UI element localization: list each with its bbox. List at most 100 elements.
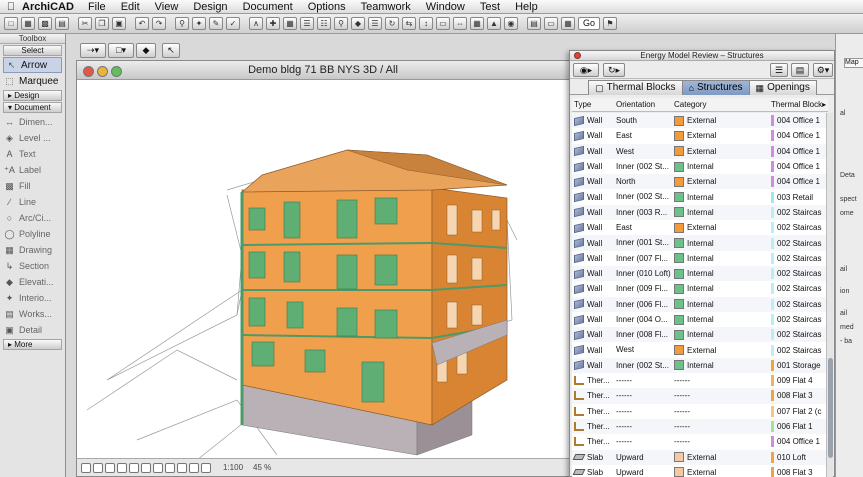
worksheet-tool[interactable]: ▤ Works... [0, 306, 65, 322]
table-row[interactable]: Wall Inner (006 Fl... Internal 002 Staircas [572, 296, 828, 312]
snap-icon[interactable]: ∧ [249, 17, 263, 30]
level-tool[interactable]: ◈ Level ... [0, 130, 65, 146]
menu-edit[interactable]: Edit [121, 1, 140, 13]
zoom-fit-icon[interactable] [81, 462, 91, 473]
cell-thermal-block[interactable]: 002 Staircas [770, 266, 828, 281]
table-row[interactable]: Wall West External 002 Staircas [572, 342, 828, 357]
table-row[interactable]: Wall Inner (002 St... Internal 003 Retail [572, 189, 828, 204]
previous-zoom-icon[interactable] [177, 462, 187, 473]
cell-category[interactable]: Internal [672, 235, 770, 250]
table-row[interactable]: Ther... ------ ------ 006 Flat 1 [572, 418, 828, 435]
text-tool[interactable]: A Text [0, 146, 65, 162]
3d-selection-icon[interactable]: ◆ [136, 43, 156, 58]
tab-thermal-blocks[interactable]: ▢ Thermal Blocks [588, 80, 683, 95]
align-icon[interactable]: ☰ [300, 17, 314, 30]
section-tool[interactable]: ↳ Section [0, 258, 65, 274]
table-row[interactable]: Slab Upward External 010 Loft [572, 449, 828, 465]
cell-thermal-block[interactable]: 009 Flat 4 [770, 373, 828, 388]
column-thermal-block[interactable]: Thermal Block ▸ [770, 98, 828, 111]
column-category[interactable]: Category [672, 98, 770, 111]
cell-thermal-block[interactable]: 002 Staircas [770, 220, 828, 235]
cell-category[interactable]: ------ [672, 373, 770, 388]
cell-thermal-block[interactable]: 002 Staircas [770, 297, 828, 312]
table-row[interactable]: Wall Inner (003 R... Internal 002 Staircas [572, 204, 828, 221]
new-file-icon[interactable]: □ [4, 17, 18, 30]
cell-category[interactable]: Internal [672, 327, 770, 342]
menu-options[interactable]: Options [308, 1, 346, 13]
select-section[interactable]: Select [3, 45, 62, 56]
close-panel-icon[interactable] [574, 52, 581, 59]
document-section[interactable]: ▾ Document [3, 102, 62, 113]
menu-window[interactable]: Window [426, 1, 465, 13]
table-row[interactable]: Wall West External 004 Office 1 [572, 143, 828, 159]
minimize-window-icon[interactable] [97, 66, 108, 77]
design-section[interactable]: ▸ Design [3, 90, 62, 101]
vertical-scrollbar[interactable] [826, 113, 833, 477]
table-row[interactable]: Wall South External 004 Office 1 [572, 113, 828, 129]
cell-thermal-block[interactable]: 004 Office 1 [770, 113, 828, 128]
settings-gear-icon[interactable]: ⚙▾ [813, 63, 833, 77]
arrow-tool[interactable]: ↖ Arrow [3, 57, 62, 73]
print-icon[interactable]: ▤ [55, 17, 69, 30]
zoom-in-icon[interactable] [93, 462, 103, 473]
mirror-icon[interactable]: ⇆ [402, 17, 416, 30]
cell-category[interactable]: ------ [672, 419, 770, 434]
cell-thermal-block[interactable]: 002 Staircas [770, 342, 828, 357]
grid-icon[interactable]: ▦ [283, 17, 297, 30]
walk-icon[interactable]: ⚑ [603, 17, 618, 30]
open-folder-icon[interactable]: ▦ [21, 17, 35, 30]
selection-shape-icon[interactable]: □▾ [108, 43, 134, 58]
cell-category[interactable]: ------ [672, 388, 770, 403]
table-row[interactable]: Ther... ------ ------ 009 Flat 4 [572, 373, 828, 388]
label-tool[interactable]: ⁺A Label [0, 162, 65, 178]
cell-category[interactable]: Internal [672, 297, 770, 312]
measure-icon[interactable]: ▦ [470, 17, 484, 30]
table-row[interactable]: Wall North External 004 Office 1 [572, 174, 828, 190]
pencil-icon[interactable]: ✎ [209, 17, 223, 30]
app-menu[interactable]: ArchiCAD [22, 1, 74, 13]
section-view-icon[interactable]: ▭ [544, 17, 558, 30]
table-row[interactable]: Wall Inner (001 St... Internal 002 Staircas [572, 235, 828, 251]
menu-teamwork[interactable]: Teamwork [361, 1, 411, 13]
cell-category[interactable]: External [672, 465, 770, 477]
layout-icon[interactable]: ▦ [561, 17, 575, 30]
cell-category[interactable]: External [672, 128, 770, 143]
cell-category[interactable]: Internal [672, 189, 770, 204]
cell-thermal-block[interactable]: 006 Flat 1 [770, 419, 828, 434]
menu-design[interactable]: Design [193, 1, 227, 13]
tab-structures[interactable]: ⌂ Structures [681, 80, 750, 95]
cell-category[interactable]: Internal [672, 281, 770, 296]
cell-thermal-block[interactable]: 010 Loft [770, 450, 828, 465]
next-zoom-icon[interactable] [189, 462, 199, 473]
cell-category[interactable]: External [672, 450, 770, 465]
cell-category[interactable]: Internal [672, 251, 770, 266]
table-row[interactable]: Wall Inner (004 O... Internal 002 Staircas [572, 312, 828, 327]
table-row[interactable]: Wall East External 004 Office 1 [572, 128, 828, 143]
cell-thermal-block[interactable]: 002 Staircas [770, 312, 828, 327]
go-button[interactable]: Go [578, 17, 601, 30]
energy-evaluation-icon[interactable]: ◉▸ [573, 63, 599, 77]
fit-in-window-icon[interactable] [165, 462, 175, 473]
table-row[interactable]: Wall Inner (008 Fl... Internal 002 Staircas [572, 327, 828, 343]
cell-thermal-block[interactable]: 004 Office 1 [770, 434, 828, 449]
polyline-tool[interactable]: ◯ Polyline [0, 226, 65, 242]
cell-category[interactable]: ------ [672, 404, 770, 419]
cell-thermal-block[interactable]: 002 Staircas [770, 251, 828, 266]
tab-openings[interactable]: ▦ Openings [748, 80, 817, 95]
line-tool[interactable]: ∕ Line [0, 194, 65, 210]
zoom-out-icon[interactable] [105, 462, 115, 473]
menu-view[interactable]: View [155, 1, 179, 13]
map-tab[interactable]: Map [844, 58, 863, 68]
cell-thermal-block[interactable]: 002 Staircas [770, 281, 828, 296]
zoom-window-icon[interactable] [111, 66, 122, 77]
table-row[interactable]: Wall Inner (002 St... Internal 004 Office 1 [572, 159, 828, 174]
menu-document[interactable]: Document [243, 1, 293, 13]
split-icon[interactable]: ⇔ [453, 17, 467, 30]
cell-thermal-block[interactable]: 004 Office 1 [770, 159, 828, 174]
cell-category[interactable]: External [672, 342, 770, 357]
cell-thermal-block[interactable]: 008 Flat 3 [770, 465, 828, 477]
paste-icon[interactable]: ▣ [112, 17, 126, 30]
lock-icon[interactable]: ⚲ [334, 17, 348, 30]
cell-thermal-block[interactable]: 004 Office 1 [770, 144, 828, 159]
3d-window-icon[interactable]: ▲ [487, 17, 501, 30]
